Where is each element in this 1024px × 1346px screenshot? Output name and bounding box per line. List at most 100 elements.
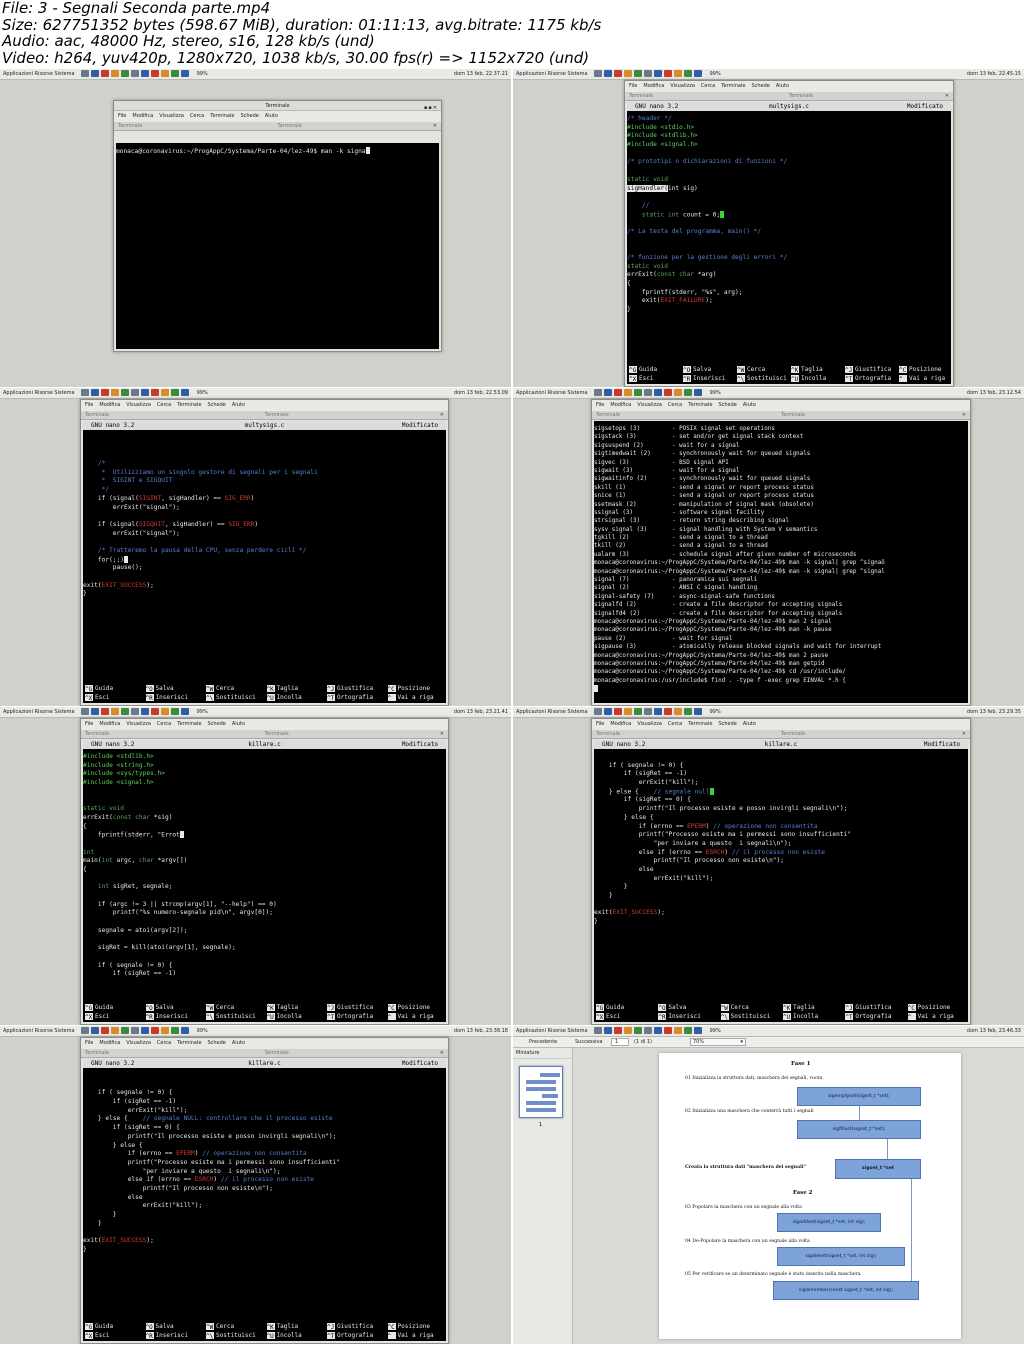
launcher-icon[interactable] <box>673 389 682 396</box>
launcher-icon[interactable] <box>593 70 602 77</box>
shortcut-guida[interactable]: ^G Guida ^X Esci <box>85 684 113 702</box>
launcher-icon[interactable] <box>140 1027 149 1034</box>
launcher-icon[interactable] <box>80 1027 89 1034</box>
launcher-icon[interactable] <box>673 70 682 77</box>
menu-item-schede[interactable]: Schede <box>751 83 769 89</box>
menu-item-file[interactable]: File <box>85 721 93 727</box>
menu-item-schede[interactable]: Schede <box>207 1040 225 1046</box>
launcher-icon[interactable] <box>150 708 159 715</box>
tab-2[interactable]: Terminale <box>789 92 813 101</box>
launcher-icon[interactable] <box>683 389 692 396</box>
panel-menus[interactable]: Applicazioni Risorse Sistema <box>516 390 588 396</box>
shortcut-salva[interactable]: ^O Salva ^R Inserisci <box>683 365 726 383</box>
page-thumbnail[interactable] <box>519 1066 563 1118</box>
launcher-icon[interactable] <box>623 70 632 77</box>
shortcut-taglia[interactable]: ^K Taglia ^U Incolla <box>783 1003 818 1021</box>
tab-2[interactable]: Terminale <box>781 730 805 739</box>
launcher-icon[interactable] <box>603 708 612 715</box>
launcher-icon[interactable] <box>150 389 159 396</box>
launcher-icon[interactable] <box>653 1027 662 1034</box>
launcher-icon[interactable] <box>80 389 89 396</box>
menu-item-terminale[interactable]: Terminale <box>177 721 201 727</box>
launcher-icon[interactable] <box>693 708 702 715</box>
launcher-icon[interactable] <box>633 708 642 715</box>
menu-item-file[interactable]: File <box>118 113 126 119</box>
launcher-icon[interactable] <box>623 708 632 715</box>
launcher-icon[interactable] <box>663 1027 672 1034</box>
shortcut-cerca[interactable]: ^W Cerca ^\ Sostituisci <box>206 1003 256 1021</box>
launcher-icon[interactable] <box>673 708 682 715</box>
launcher-icon[interactable] <box>150 70 159 77</box>
launcher-icon[interactable] <box>130 389 139 396</box>
launcher-icon[interactable] <box>120 708 129 715</box>
shortcut-salva[interactable]: ^O Salva ^R Inserisci <box>145 1322 188 1340</box>
menu-item-schede[interactable]: Schede <box>718 721 736 727</box>
menu-item-terminale[interactable]: Terminale <box>688 721 712 727</box>
launcher-icon[interactable] <box>80 708 89 715</box>
launcher-icon[interactable] <box>663 70 672 77</box>
shortcut-guida[interactable]: ^G Guida ^X Esci <box>85 1003 113 1021</box>
shortcut-giustifica[interactable]: ^J Giustifica ^T Ortografia <box>845 365 891 383</box>
close-tab-icon[interactable]: ✕ <box>440 730 444 739</box>
menu-item-file[interactable]: File <box>85 1040 93 1046</box>
menu-item-file[interactable]: File <box>596 721 604 727</box>
tab-1[interactable]: Terminale <box>85 412 109 418</box>
launcher-icon[interactable] <box>80 70 89 77</box>
launcher-icon[interactable] <box>180 389 189 396</box>
menu-item-modifica[interactable]: Modifica <box>610 402 631 408</box>
launcher-icon[interactable] <box>653 70 662 77</box>
launcher-icon[interactable] <box>643 70 652 77</box>
launcher-icon[interactable] <box>110 389 119 396</box>
menu-item-file[interactable]: File <box>629 83 637 89</box>
launcher-icon[interactable] <box>633 389 642 396</box>
launcher-icon[interactable] <box>120 389 129 396</box>
menu-item-visualizza[interactable]: Visualizza <box>670 83 695 89</box>
launcher-icon[interactable] <box>613 70 622 77</box>
launcher-icon[interactable] <box>653 389 662 396</box>
launcher-icon[interactable] <box>110 70 119 77</box>
tab-1[interactable]: Terminale <box>85 1050 109 1056</box>
launcher-icon[interactable] <box>663 389 672 396</box>
next-page-button[interactable]: Successiva <box>575 1037 603 1048</box>
launcher-icon[interactable] <box>643 708 652 715</box>
launcher-icon[interactable] <box>120 1027 129 1034</box>
launcher-icon[interactable] <box>683 70 692 77</box>
shortcut-posizione[interactable]: ^C Posizione ^_ Vai a riga <box>907 1003 954 1021</box>
panel-menus[interactable]: Applicazioni Risorse Sistema <box>3 1028 75 1034</box>
menu-item-terminale[interactable]: Terminale <box>721 83 745 89</box>
launcher-icon[interactable] <box>180 70 189 77</box>
launcher-icon[interactable] <box>633 1027 642 1034</box>
shortcut-posizione[interactable]: ^C Posizione ^_ Vai a riga <box>899 365 945 383</box>
menu-item-aiuto[interactable]: Aiuto <box>232 402 245 408</box>
menu-item-file[interactable]: File <box>596 402 604 408</box>
menu-item-visualizza[interactable]: Visualizza <box>637 402 662 408</box>
menu-item-aiuto[interactable]: Aiuto <box>232 1040 245 1046</box>
menu-item-aiuto[interactable]: Aiuto <box>232 721 245 727</box>
close-tab-icon[interactable]: ✕ <box>945 92 949 101</box>
launcher-icon[interactable] <box>593 389 602 396</box>
shortcut-giustifica[interactable]: ^J Giustifica ^T Ortografia <box>327 1003 373 1021</box>
panel-menus[interactable]: Applicazioni Risorse Sistema <box>3 390 75 396</box>
launcher-icon[interactable] <box>180 708 189 715</box>
menu-item-cerca[interactable]: Cerca <box>157 1040 171 1046</box>
shortcut-salva[interactable]: ^O Salva ^R Inserisci <box>145 684 188 702</box>
menu-item-cerca[interactable]: Cerca <box>157 402 171 408</box>
launcher-icon[interactable] <box>90 708 99 715</box>
launcher-icon[interactable] <box>110 1027 119 1034</box>
launcher-icon[interactable] <box>110 708 119 715</box>
launcher-icon[interactable] <box>160 1027 169 1034</box>
menu-item-visualizza[interactable]: Visualizza <box>126 1040 151 1046</box>
shortcut-cerca[interactable]: ^W Cerca ^\ Sostituisci <box>206 1322 256 1340</box>
launcher-icon[interactable] <box>150 1027 159 1034</box>
launcher-icon[interactable] <box>683 1027 692 1034</box>
menu-item-cerca[interactable]: Cerca <box>668 402 682 408</box>
nano-editor[interactable]: GNU nano 3.2 killare.c Modificato if ( seg… <box>83 1059 446 1341</box>
shortcut-giustifica[interactable]: ^J Giustifica ^T Ortografia <box>327 684 373 702</box>
launcher-icon[interactable] <box>613 389 622 396</box>
launcher-icon[interactable] <box>170 389 179 396</box>
tab-2[interactable]: Terminale <box>781 411 805 420</box>
nano-editor[interactable]: GNU nano 3.2 killare.c Modificato if ( seg… <box>594 740 968 1022</box>
menu-item-cerca[interactable]: Cerca <box>190 113 204 119</box>
close-tab-icon[interactable]: ✕ <box>440 411 444 420</box>
shortcut-giustifica[interactable]: ^J Giustifica ^T Ortografia <box>327 1322 373 1340</box>
